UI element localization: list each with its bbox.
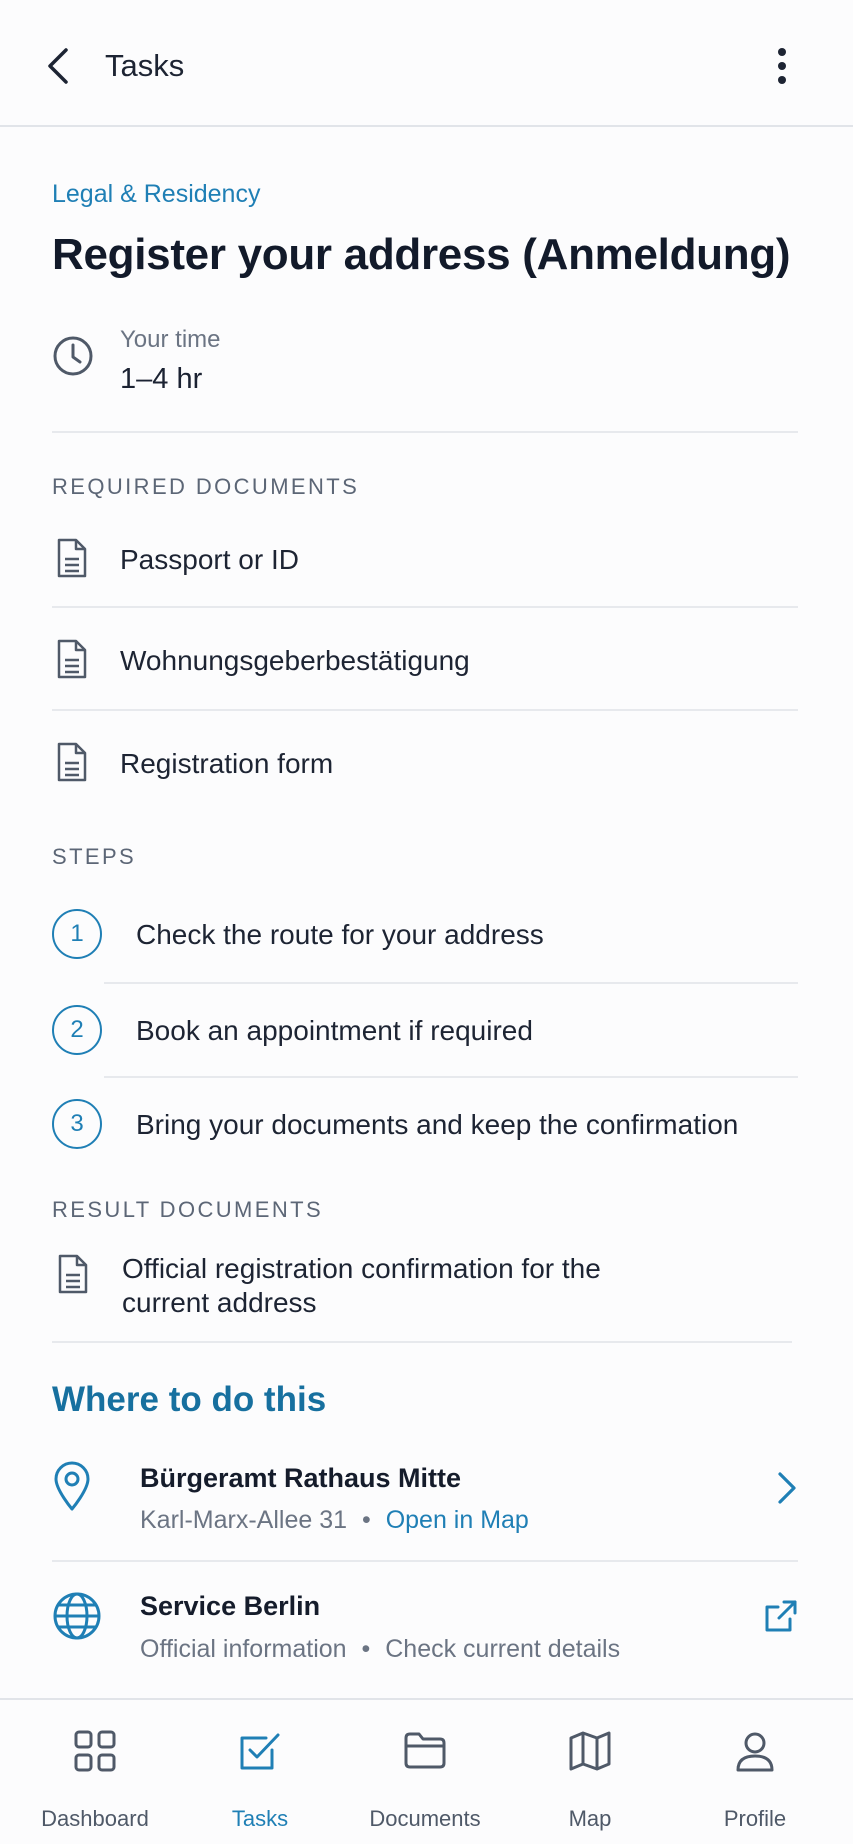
divider: [52, 606, 798, 608]
steps-heading: STEPS: [52, 844, 137, 869]
place-item-buergeramt[interactable]: Bürgeramt Rathaus Mitte Karl-Marx-Allee …: [52, 1456, 798, 1566]
place-subtitle: Karl-Marx-Allee 31 • Open in Map: [140, 1506, 529, 1535]
place-subtitle: Official information • Check current det…: [140, 1635, 620, 1664]
globe-icon: [53, 1592, 101, 1640]
document-label: Registration form: [120, 748, 334, 779]
divider: [52, 1560, 798, 1562]
divider: [104, 1076, 798, 1078]
divider: [104, 982, 798, 984]
document-label: Passport or ID: [120, 544, 299, 575]
grid-icon: [74, 1730, 116, 1772]
required-documents-heading: REQUIRED DOCUMENTS: [52, 474, 360, 499]
task-category-link[interactable]: Legal & Residency: [52, 180, 260, 209]
place-item-service-berlin[interactable]: Service Berlin Official information • Ch…: [52, 1585, 798, 1695]
nav-label: Dashboard: [41, 1806, 149, 1831]
result-documents-heading: RESULT DOCUMENTS: [52, 1197, 324, 1222]
chevron-right-icon: [778, 1472, 796, 1504]
nav-label: Profile: [723, 1806, 787, 1831]
location-pin-icon: [54, 1461, 90, 1511]
nav-item-tasks[interactable]: Tasks: [180, 1700, 340, 1844]
divider: [52, 431, 798, 433]
separator-dot: •: [361, 1506, 371, 1534]
place-description: Official information: [140, 1635, 347, 1663]
step-item[interactable]: 1 Check the route for your address: [52, 909, 798, 999]
more-options-button[interactable]: [764, 44, 800, 88]
separator-dot: •: [361, 1635, 371, 1663]
map-icon: [569, 1731, 611, 1771]
chevron-left-icon: [48, 48, 68, 84]
step-number-badge: 1: [52, 909, 102, 959]
top-app-bar: Tasks: [0, 0, 853, 127]
time-value: 1–4 hr: [120, 363, 203, 395]
divider: [52, 709, 798, 711]
bottom-navigation: Dashboard Tasks Documents Map Profile: [0, 1698, 853, 1844]
nav-item-documents[interactable]: Documents: [345, 1700, 505, 1844]
time-label: Your time: [120, 326, 221, 353]
user-icon: [736, 1732, 774, 1772]
document-label: Wohnungsgeberbestätigung: [120, 645, 470, 676]
nav-label: Tasks: [231, 1806, 289, 1831]
nav-item-profile[interactable]: Profile: [675, 1700, 835, 1844]
page-header-title: Tasks: [105, 48, 185, 83]
step-item[interactable]: 3 Bring your documents and keep the conf…: [52, 1099, 798, 1189]
required-document-item: Registration form: [52, 741, 798, 831]
place-address: Karl-Marx-Allee 31: [140, 1506, 348, 1534]
document-icon: [58, 1254, 88, 1294]
place-name: Service Berlin: [140, 1591, 321, 1621]
folder-icon: [404, 1732, 446, 1769]
where-heading: Where to do this: [52, 1380, 327, 1419]
external-link-icon[interactable]: [764, 1599, 798, 1633]
step-number-badge: 3: [52, 1099, 102, 1149]
document-icon: [57, 639, 87, 679]
back-button[interactable]: [40, 44, 76, 88]
nav-label: Map: [568, 1806, 612, 1831]
nav-item-dashboard[interactable]: Dashboard: [15, 1700, 175, 1844]
step-label: Book an appointment if required: [136, 1015, 533, 1046]
page-title: Register your address (Anmeldung): [52, 230, 791, 279]
divider: [52, 1341, 792, 1343]
required-document-item: Passport or ID: [52, 537, 798, 627]
step-number-badge: 2: [52, 1005, 102, 1055]
step-item[interactable]: 2 Book an appointment if required: [52, 1005, 798, 1095]
document-icon: [57, 742, 87, 782]
step-label: Bring your documents and keep the confir…: [136, 1109, 739, 1140]
result-document-label: Official registration confirmation for t…: [122, 1253, 601, 1318]
required-document-item: Wohnungsgeberbestätigung: [52, 638, 798, 728]
place-name: Bürgeramt Rathaus Mitte: [140, 1463, 462, 1493]
step-label: Check the route for your address: [136, 919, 544, 950]
check-details-text: Check current details: [385, 1635, 621, 1663]
nav-item-map[interactable]: Map: [510, 1700, 670, 1844]
clock-icon: [53, 336, 93, 376]
more-vertical-icon: [778, 48, 786, 84]
checkbox-icon: [240, 1733, 280, 1770]
nav-label: Documents: [369, 1806, 481, 1831]
open-in-map-link[interactable]: Open in Map: [386, 1506, 529, 1534]
document-icon: [57, 538, 87, 578]
